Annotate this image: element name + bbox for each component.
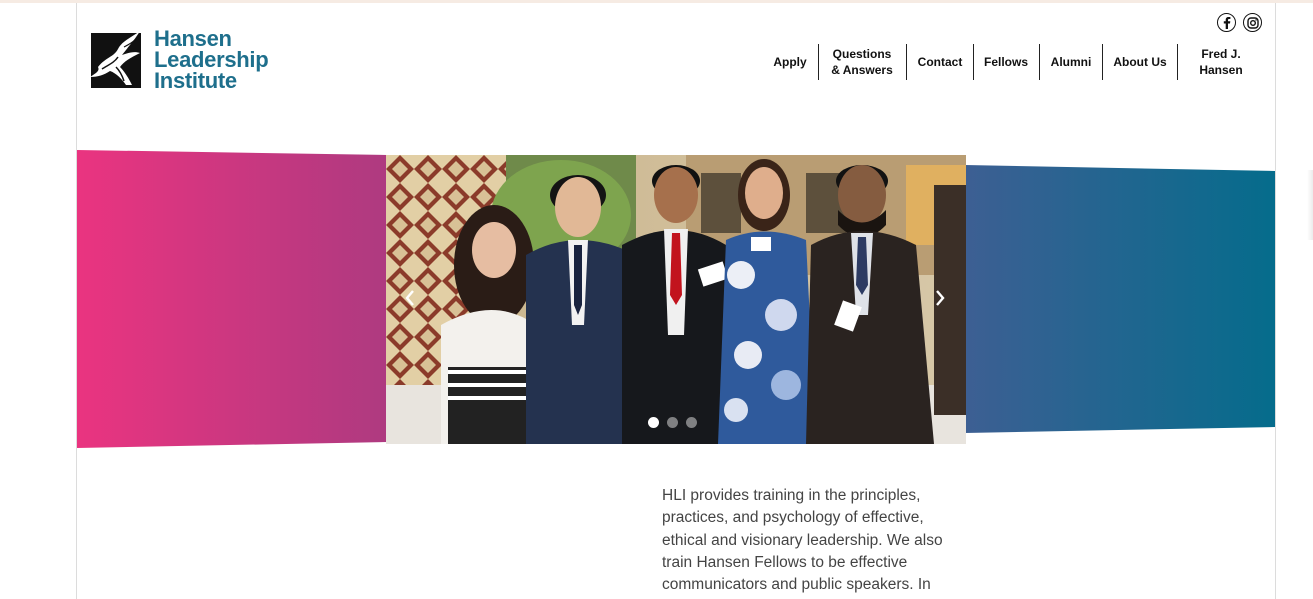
nav-fellows-label: Fellows xyxy=(983,55,1028,69)
intro-paragraph: HLI provides training in the principles,… xyxy=(662,487,943,594)
phoenix-logo-icon xyxy=(90,31,141,88)
nav-divider xyxy=(1102,44,1103,80)
nav-divider xyxy=(1039,44,1040,80)
logo-line-2: Leadership xyxy=(154,47,269,72)
logo-wordmark: Hansen Leadership Institute xyxy=(154,26,269,93)
carousel-indicators xyxy=(648,417,697,428)
nav-apply[interactable]: Apply xyxy=(770,44,810,80)
hero-band-left xyxy=(77,150,387,448)
carousel-slide-image xyxy=(386,155,966,444)
site-logo[interactable]: Hansen Leadership Institute xyxy=(88,24,278,96)
facebook-icon xyxy=(1223,17,1231,29)
logo-line-3: Institute xyxy=(154,68,237,93)
carousel-next-button[interactable] xyxy=(929,283,951,313)
chevron-left-icon xyxy=(405,290,414,306)
nav-about-us-label: About Us xyxy=(1113,55,1167,69)
nav-apply-label: Apply xyxy=(773,55,807,69)
carousel-prev-button[interactable] xyxy=(399,283,421,313)
nav-questions-label-1: Questions xyxy=(832,47,892,61)
hero-band-right xyxy=(965,165,1275,433)
nav-alumni-label: Alumni xyxy=(1050,55,1092,69)
nav-fellows[interactable]: Fellows xyxy=(980,44,1032,80)
instagram-link[interactable] xyxy=(1243,13,1262,32)
nav-divider xyxy=(973,44,974,80)
facebook-link[interactable] xyxy=(1217,13,1236,32)
nav-contact-label: Contact xyxy=(917,55,963,69)
carousel-dot[interactable] xyxy=(686,417,697,428)
nav-fred-label-1: Fred J. xyxy=(1201,47,1241,61)
nav-contact[interactable]: Contact xyxy=(912,44,968,80)
nav-alumni[interactable]: Alumni xyxy=(1045,44,1097,80)
carousel-dot[interactable] xyxy=(667,417,678,428)
chevron-right-icon xyxy=(936,290,945,306)
instagram-icon xyxy=(1246,16,1259,29)
scroll-edge-shadow xyxy=(1307,170,1313,240)
carousel-dot[interactable] xyxy=(648,417,659,428)
nav-divider xyxy=(818,44,819,80)
nav-fred-j-hansen[interactable]: Fred J. Hansen xyxy=(1186,44,1256,80)
nav-about-us[interactable]: About Us xyxy=(1108,44,1172,80)
nav-fred-label-2: Hansen xyxy=(1199,63,1243,77)
nav-questions-answers[interactable]: Questions & Answers xyxy=(826,44,898,80)
logo-line-1: Hansen xyxy=(154,26,232,51)
group-photo xyxy=(386,155,966,444)
nav-questions-label-2: & Answers xyxy=(831,63,893,77)
nav-divider xyxy=(906,44,907,80)
nav-divider xyxy=(1177,44,1178,80)
